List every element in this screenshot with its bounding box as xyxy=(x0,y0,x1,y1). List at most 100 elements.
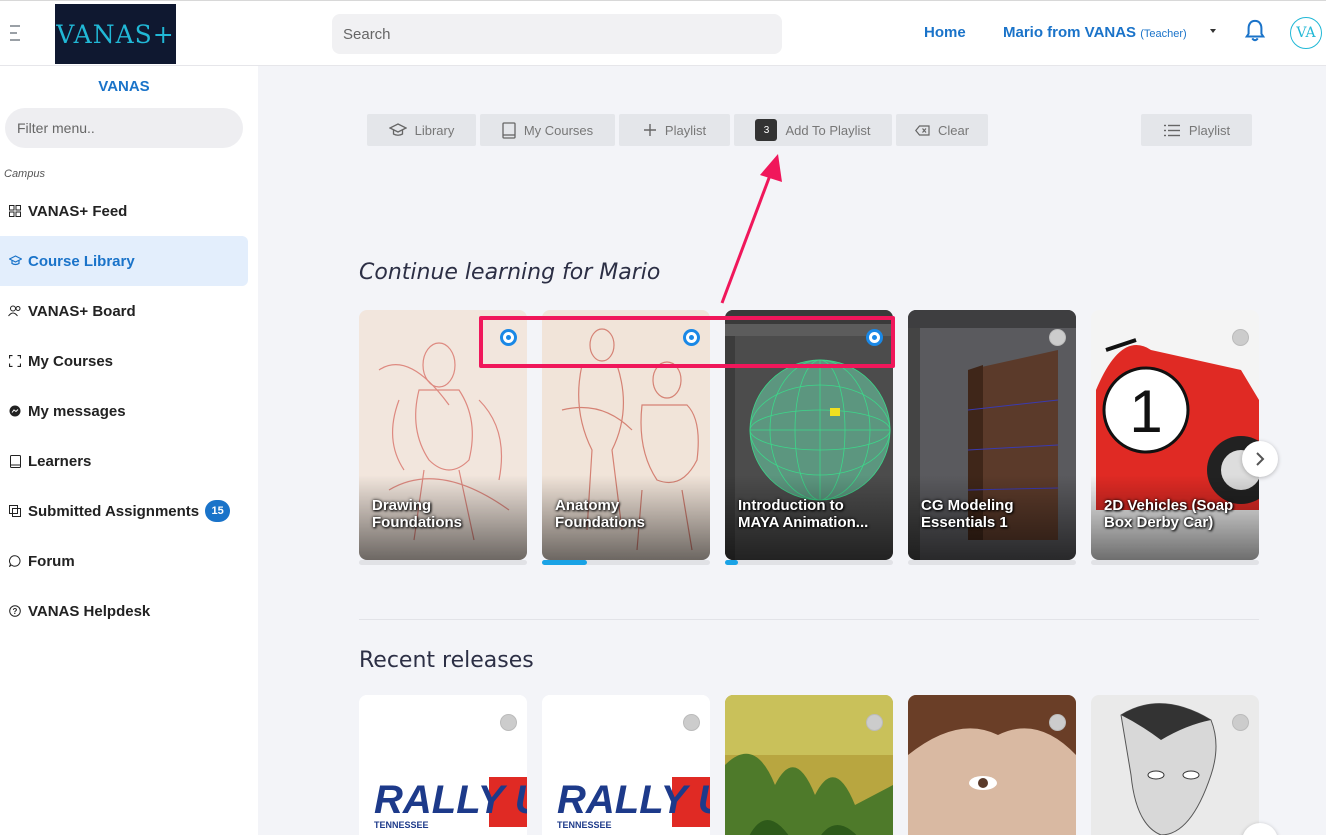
sidebar: VANAS Campus VANAS+ Feed Course Library … xyxy=(0,66,258,835)
playlist-button[interactable]: Playlist xyxy=(1141,114,1252,146)
top-header: VANAS+ Home Mario from VANAS (Teacher) V… xyxy=(0,0,1326,66)
course-title: CG Modeling Essentials 1 xyxy=(921,497,1014,531)
assignments-count-badge: 15 xyxy=(205,500,231,522)
sidebar-item-my-courses[interactable]: My Courses xyxy=(0,336,248,386)
sidebar-item-vanas-feed[interactable]: VANAS+ Feed xyxy=(0,186,248,236)
sidebar-item-my-messages[interactable]: My messages xyxy=(0,386,248,436)
recent-card[interactable]: RALLY US TENNESSEE xyxy=(542,695,710,835)
course-title: 2D Vehicles (Soap Box Derby Car) xyxy=(1104,497,1234,531)
sidebar-item-submitted-assignments[interactable]: Submitted Assignments 15 xyxy=(0,486,248,536)
bell-icon[interactable] xyxy=(1244,19,1266,43)
recent-card[interactable] xyxy=(1091,695,1259,835)
campus-section-label: Campus xyxy=(4,168,45,180)
recent-card[interactable]: RALLY US TENNESSEE xyxy=(359,695,527,835)
progress-bar xyxy=(908,560,1076,565)
recent-card[interactable] xyxy=(725,695,893,835)
chat-bubble-icon xyxy=(8,554,22,568)
select-radio[interactable] xyxy=(1232,329,1249,346)
help-icon: ? xyxy=(8,604,22,618)
progress-bar xyxy=(725,560,893,565)
sidebar-item-vanas-board[interactable]: VANAS+ Board xyxy=(0,286,248,336)
people-icon xyxy=(8,304,22,318)
sidebar-title: VANAS xyxy=(98,78,150,95)
plus-icon xyxy=(643,124,656,136)
avatar[interactable]: VA xyxy=(1290,17,1322,49)
sidebar-item-label: Learners xyxy=(28,452,92,470)
chevron-right-icon xyxy=(1256,452,1265,466)
search-input[interactable] xyxy=(332,14,782,54)
sidebar-item-course-library[interactable]: Course Library xyxy=(0,236,248,286)
course-card-2d-vehicles[interactable]: 1 2D Vehicles (Soap Box Derby Car) xyxy=(1091,310,1259,560)
graduation-cap-icon xyxy=(8,254,22,268)
library-button[interactable]: Library xyxy=(367,114,476,146)
clear-button[interactable]: Clear xyxy=(896,114,988,146)
list-icon xyxy=(1163,124,1180,136)
user-menu[interactable]: Mario from VANAS (Teacher) xyxy=(1003,24,1187,41)
sidebar-item-label: VANAS+ Board xyxy=(28,302,136,320)
assignment-icon xyxy=(8,504,22,518)
select-radio[interactable] xyxy=(1049,329,1066,346)
new-playlist-label: Playlist xyxy=(664,122,707,138)
progress-bar xyxy=(1091,560,1259,565)
course-card-cg-modeling[interactable]: CG Modeling Essentials 1 xyxy=(908,310,1076,560)
playlist-label: Playlist xyxy=(1188,122,1231,138)
course-title: Drawing Foundations xyxy=(372,497,462,531)
continue-learning-heading: Continue learning for Mario xyxy=(359,260,661,285)
annotation-arrow xyxy=(720,154,782,304)
sidebar-item-learners[interactable]: Learners xyxy=(0,436,248,486)
annotation-highlight-box xyxy=(479,316,895,368)
sidebar-item-label: My messages xyxy=(28,402,126,420)
messenger-icon xyxy=(8,404,22,418)
selected-count-badge: 3 xyxy=(755,119,778,141)
tennessee-logo-text: TENNESSEE xyxy=(557,820,612,830)
select-radio[interactable] xyxy=(683,714,700,731)
user-role: (Teacher) xyxy=(1140,28,1187,40)
clear-label: Clear xyxy=(937,122,970,138)
select-radio[interactable] xyxy=(1232,714,1249,731)
recent-releases-heading: Recent releases xyxy=(359,648,534,673)
my-courses-label: My Courses xyxy=(523,122,594,138)
caret-down-icon[interactable] xyxy=(1210,29,1216,33)
select-radio[interactable] xyxy=(1049,714,1066,731)
progress-fill xyxy=(725,560,739,565)
progress-fill xyxy=(542,560,588,565)
add-to-playlist-label: Add To Playlist xyxy=(785,122,871,138)
progress-bar xyxy=(359,560,527,565)
library-label: Library xyxy=(414,122,455,138)
sidebar-item-label: Course Library xyxy=(28,252,135,270)
sidebar-item-label: Submitted Assignments xyxy=(28,502,200,520)
backspace-icon xyxy=(914,124,930,136)
my-courses-button[interactable]: My Courses xyxy=(480,114,615,146)
sidebar-item-label: My Courses xyxy=(28,352,114,370)
svg-text:?: ? xyxy=(13,607,18,616)
section-divider xyxy=(359,619,1259,620)
carousel-next-button[interactable] xyxy=(1242,441,1278,477)
grid-icon xyxy=(8,204,22,218)
frame-icon xyxy=(8,354,22,368)
course-title: Introduction to MAYA Animation... xyxy=(738,497,869,531)
svg-text:1: 1 xyxy=(1129,378,1162,445)
sidebar-item-label: VANAS+ Feed xyxy=(28,202,128,220)
menu-toggle-icon[interactable] xyxy=(10,25,24,43)
sidebar-item-forum[interactable]: Forum xyxy=(0,536,248,586)
vanas-logo[interactable]: VANAS+ xyxy=(55,4,176,64)
rally-us-logo-text: RALLY US xyxy=(374,778,527,822)
nav-home-link[interactable]: Home xyxy=(924,24,966,41)
sidebar-item-label: VANAS Helpdesk xyxy=(28,602,151,620)
book-icon xyxy=(8,454,22,468)
book-icon xyxy=(502,121,516,139)
rally-us-logo-text: RALLY US xyxy=(557,778,710,822)
select-radio[interactable] xyxy=(866,714,883,731)
user-name: Mario from VANAS xyxy=(1003,24,1137,41)
graduation-cap-icon xyxy=(388,123,407,136)
add-to-playlist-button[interactable]: 3 Add To Playlist xyxy=(734,114,892,146)
progress-bar xyxy=(542,560,710,565)
sidebar-item-vanas-helpdesk[interactable]: ? VANAS Helpdesk xyxy=(0,586,248,636)
filter-menu-input[interactable] xyxy=(5,108,243,148)
tennessee-logo-text: TENNESSEE xyxy=(374,820,429,830)
course-title: Anatomy Foundations xyxy=(555,497,645,531)
new-playlist-button[interactable]: Playlist xyxy=(619,114,730,146)
select-radio[interactable] xyxy=(500,714,517,731)
recent-card[interactable] xyxy=(908,695,1076,835)
sidebar-item-label: Forum xyxy=(28,552,75,570)
